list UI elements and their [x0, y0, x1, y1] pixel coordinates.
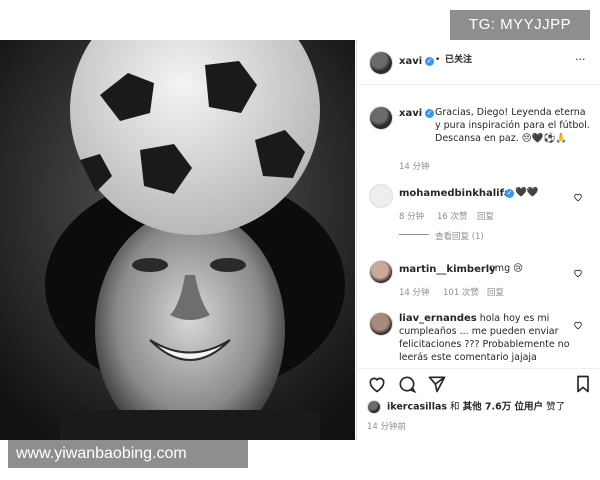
header-dot: •: [435, 55, 441, 65]
comment-reply[interactable]: 回复: [487, 286, 504, 298]
likes-others[interactable]: 其他 7.6万 位用户: [463, 402, 543, 413]
caption-time: 14 分钟: [399, 162, 430, 172]
liker-avatar[interactable]: [367, 400, 381, 414]
likes-connector: 和: [450, 401, 460, 413]
comment-text: 🖤🖤: [515, 187, 539, 198]
comment-time: 8 分钟: [399, 212, 425, 222]
watermark-bottom: www.yiwanbaobing.com: [8, 440, 248, 468]
more-icon[interactable]: ···: [575, 53, 586, 66]
post-actions: [357, 368, 600, 397]
caption-avatar[interactable]: [369, 106, 393, 130]
likes-suffix: 赞了: [546, 401, 566, 413]
post-time: 14 分钟前: [367, 422, 407, 432]
comment-body: liav_ernandes hola hoy es mi cumpleaños …: [399, 312, 571, 364]
header-username[interactable]: xavi: [399, 56, 422, 67]
comment-time: 14 分钟: [399, 288, 430, 298]
comment-likes[interactable]: 16 次赞: [437, 210, 468, 222]
caption-username[interactable]: xavi: [399, 108, 422, 119]
caption-text: Gracias, Diego! Leyenda eterna y pura in…: [435, 106, 593, 145]
comment-avatar[interactable]: [369, 184, 393, 208]
avatar[interactable]: [369, 51, 393, 75]
comment-username[interactable]: martin__kimberly: [399, 264, 496, 275]
follow-status[interactable]: 已关注: [445, 54, 472, 67]
bookmark-icon[interactable]: [573, 374, 593, 394]
comment-username[interactable]: mohamedbinkhalifa: [399, 188, 511, 199]
comment-heart-icon[interactable]: [573, 192, 583, 202]
comment-heart-icon[interactable]: [573, 268, 583, 278]
verified-icon: ✓: [425, 109, 434, 118]
watermark-top: TG: MYYJJPP: [450, 10, 590, 40]
caption-text-body: Gracias, Diego! Leyenda eterna y pura in…: [435, 107, 590, 144]
heart-icon[interactable]: [367, 374, 387, 394]
comment-icon[interactable]: [397, 374, 417, 394]
comment-reply[interactable]: 回复: [477, 210, 494, 222]
comment-text: omg 😢: [489, 263, 524, 274]
view-replies[interactable]: 查看回复 (1): [435, 230, 484, 242]
post-photo: [0, 40, 355, 440]
share-icon[interactable]: [427, 374, 447, 394]
replies-divider: [399, 234, 429, 235]
liker-username[interactable]: ikercasillas: [387, 402, 447, 413]
likes-line: ikercasillas 和 其他 7.6万 位用户 赞了: [367, 400, 597, 414]
comment-likes[interactable]: 101 次赞: [443, 286, 479, 298]
post-sidebar: xavi ✓ • 已关注 ··· xavi ✓ Gracias, Diego! …: [356, 40, 600, 440]
comment-avatar[interactable]: [369, 260, 393, 284]
verified-icon: ✓: [425, 57, 434, 66]
photo-illustration: [0, 40, 355, 440]
comment-heart-icon[interactable]: [573, 320, 583, 330]
comment-username[interactable]: liav_ernandes: [399, 313, 477, 324]
verified-icon: ✓: [505, 189, 514, 198]
comment-avatar[interactable]: [369, 312, 393, 336]
post-header: xavi ✓ • 已关注 ···: [357, 40, 600, 85]
